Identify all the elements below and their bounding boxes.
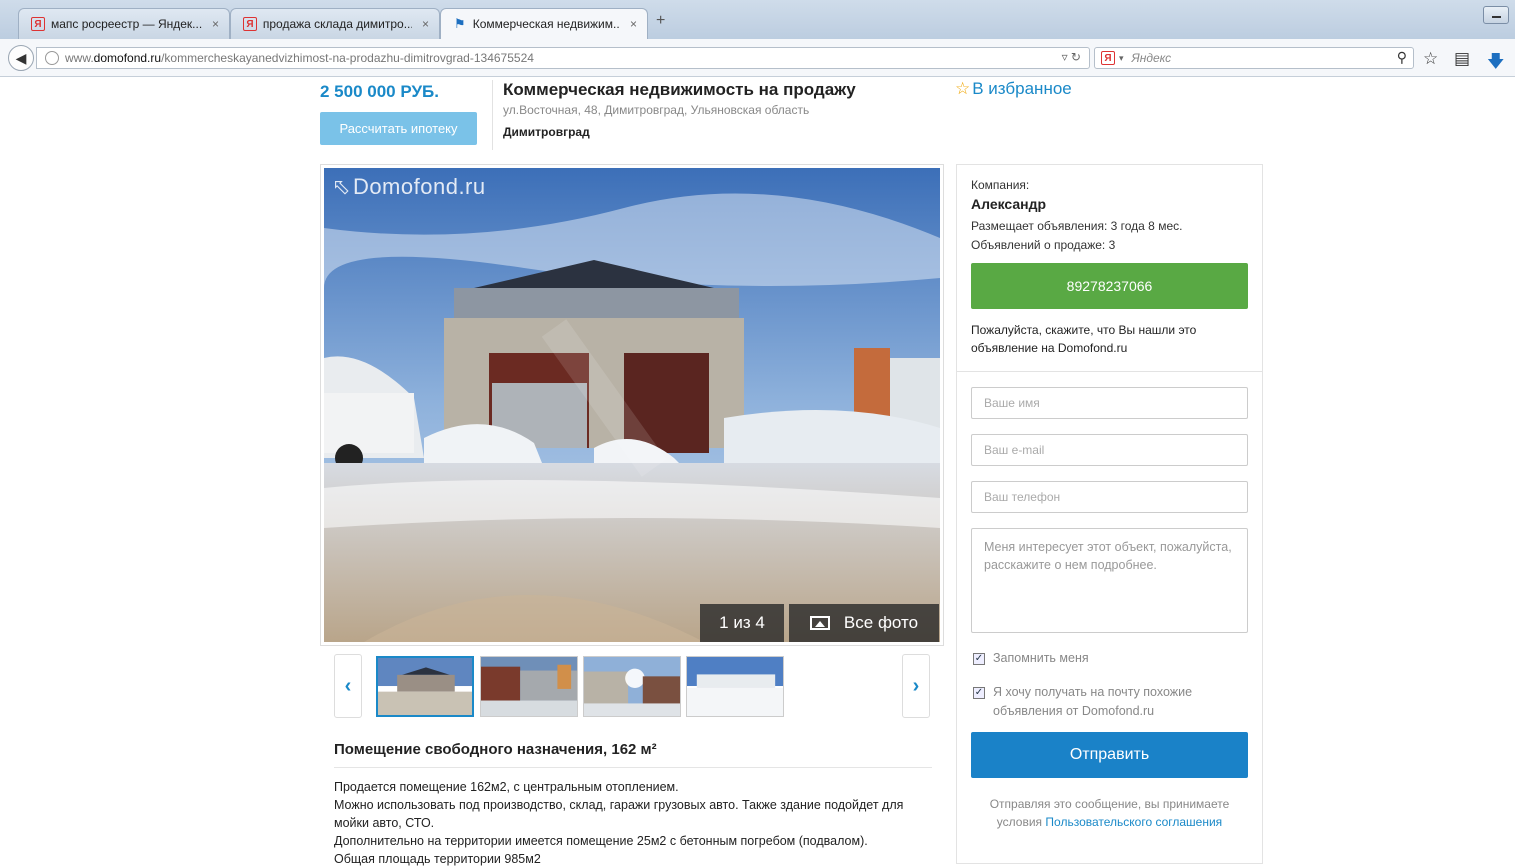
main-photo[interactable] [324,168,940,642]
new-tab-button[interactable]: + [656,12,665,30]
thumbnail-strip: ‹ › [334,654,930,718]
bookmark-star-icon[interactable]: ☆ [1423,49,1438,69]
photo-gallery[interactable]: ⬁Domofond.ru 1 из 4 Все фото [320,164,944,646]
seller-ads-count: Объявлений о продаже: 3 [971,238,1116,252]
back-button[interactable]: ◀ [8,45,34,71]
description-text: Продается помещение 162м2, с центральным… [334,778,934,868]
tab-label: мапс росреестр — Яндек... [50,17,202,31]
search-icon[interactable]: ⚲ [1397,49,1407,66]
all-photos-label: Все фото [843,613,919,632]
listing-address: ул.Восточная, 48, Димитровград, Ульяновс… [503,103,810,117]
url-prefix: www. [65,51,94,65]
description-line: Продается помещение 162м2, с центральным… [334,780,679,794]
yandex-icon: Я [243,17,257,31]
search-placeholder: Яндекс [1131,51,1172,65]
favorites-label: В избранное [972,79,1072,98]
domofond-watermark: ⬁Domofond.ru [332,174,486,200]
description-line: Дополнительно на территории имеется поме… [334,834,868,848]
prev-photo-button[interactable]: ‹ [334,654,362,718]
yandex-icon: Я [31,17,45,31]
thumbnail-4[interactable] [686,656,784,717]
chevron-right-icon: › [912,674,920,697]
reading-list-icon[interactable]: ▤ [1454,49,1470,69]
tab-warehouse-sale[interactable]: Я продажа склада димитро... × [230,8,440,39]
all-photos-button[interactable]: Все фото [789,604,939,642]
logo-flag-icon: ⬁ [332,174,351,199]
remember-me-checkbox[interactable]: ✓ [973,653,985,665]
browser-tab-bar: Я мапс росреестр — Яндек... × Я продажа … [0,0,1515,39]
listing-price: 2 500 000 РУБ. [320,82,439,101]
search-bar[interactable]: Я ▾ Яндекс ⚲ [1094,47,1414,69]
contact-panel: Компания: Александр Размещает объявления… [956,164,1263,864]
remember-me-label: Запомнить меня [993,651,1089,665]
company-label: Компания: [971,178,1030,192]
mortgage-calc-button[interactable]: Рассчитать ипотеку [320,112,477,145]
description-line: Можно использовать под производство, скл… [334,798,904,830]
message-field[interactable]: Меня интересует этот объект, пожалуйста,… [971,528,1248,633]
url-path: /kommercheskayanedvizhimost-na-prodazhu-… [161,51,534,65]
send-button[interactable]: Отправить [971,732,1248,778]
address-bar[interactable]: www. domofond.ru/kommercheskayanedvizhimo… [36,47,1090,69]
thumbnail-3[interactable] [583,656,681,717]
listing-title: Коммерческая недвижимость на продажу [503,80,856,99]
description-heading: Помещение свободного назначения, 162 м² [334,741,657,758]
mention-note: Пожалуйста, скажите, что Вы нашли это об… [971,323,1197,355]
subscribe-label: Я хочу получать на почту похожие объявле… [993,685,1193,718]
photo-counter: 1 из 4 [700,604,784,642]
yandex-icon: Я [1101,51,1115,65]
bookmark-icon: ⚑ [454,16,466,31]
seller-name: Александр [971,196,1047,212]
tab-maps-rosreestr[interactable]: Я мапс росреестр — Яндек... × [18,8,230,39]
tab-label: Коммерческая недвижим... [472,17,620,31]
description-line: Общая площадь территории 985м2 [334,852,541,866]
back-arrow-icon: ◀ [15,49,27,66]
remember-me-option[interactable]: ✓ Запомнить меня [973,651,1089,665]
show-phone-button[interactable]: 89278237066 [971,263,1248,309]
subscribe-checkbox[interactable]: ✓ [973,687,985,699]
thumbnail-1[interactable] [376,656,474,717]
star-icon: ☆ [955,79,971,98]
user-agreement-link[interactable]: Пользовательского соглашения [1045,815,1222,829]
thumbnail-2[interactable] [480,656,578,717]
page-content: 2 500 000 РУБ. Рассчитать ипотеку Коммер… [0,78,1515,866]
globe-icon [45,51,59,65]
panel-divider [957,371,1262,372]
tab-label: продажа склада димитро... [262,17,412,31]
email-field[interactable] [971,434,1248,466]
phone-field[interactable] [971,481,1248,513]
download-icon[interactable]: 🡇 [1487,49,1504,78]
watermark-text: Domofond.ru [352,174,486,199]
chevron-left-icon: ‹ [344,674,352,697]
add-to-favorites-link[interactable]: ☆ В избранное [955,79,1072,99]
listing-city[interactable]: Димитровград [503,125,590,139]
minimize-window-button[interactable] [1483,6,1509,24]
close-tab-icon[interactable]: × [630,17,637,31]
reload-icon[interactable]: ▿ ↻ [1062,50,1081,64]
engine-dropdown-icon[interactable]: ▾ [1119,53,1124,64]
seller-since: Размещает объявления: 3 года 8 мес. [971,219,1183,233]
description-divider [334,767,932,768]
browser-nav-bar: ◀ www. domofond.ru/kommercheskayanedvizhi… [0,39,1515,77]
legal-notice: Отправляя это сообщение, вы принимаете у… [971,795,1248,831]
tab-commercial-realty[interactable]: ⚑ Коммерческая недвижим... × [440,8,648,39]
header-divider [492,80,493,150]
close-tab-icon[interactable]: × [422,17,429,31]
name-field[interactable] [971,387,1248,419]
subscribe-option[interactable]: ✓ Я хочу получать на почту похожие объяв… [973,683,1233,721]
url-domain: domofond.ru [93,51,162,65]
next-photo-button[interactable]: › [902,654,930,718]
close-tab-icon[interactable]: × [212,17,219,31]
image-icon [809,616,830,630]
